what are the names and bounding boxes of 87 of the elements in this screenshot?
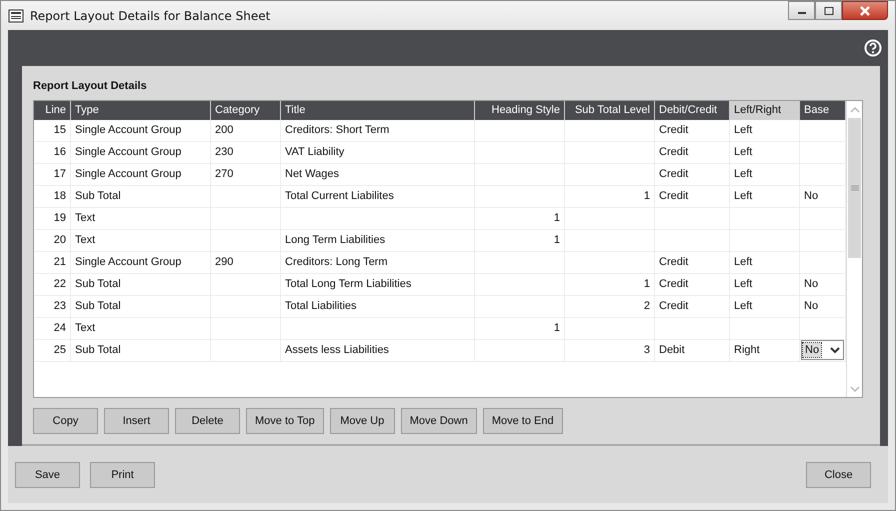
table-cell: Long Term Liabilities <box>281 230 475 251</box>
table-cell: Single Account Group <box>71 120 211 141</box>
table-cell: Credit <box>655 186 730 207</box>
table-cell: Credit <box>655 142 730 163</box>
table-cell: Text <box>71 230 211 251</box>
table-cell: 15 <box>34 120 71 141</box>
table-cell: 1 <box>475 318 565 339</box>
grip-icon <box>850 185 858 191</box>
column-header[interactable]: Heading Style <box>475 101 565 120</box>
table-cell: 22 <box>34 274 71 295</box>
caret-icon <box>830 346 840 354</box>
table-cell: 200 <box>211 120 281 141</box>
table-cell: Creditors: Long Term <box>281 252 475 273</box>
table-cell: 1 <box>565 274 655 295</box>
table-cell: Total Current Liabilites <box>281 186 475 207</box>
row-action-button[interactable]: Move to End <box>482 408 563 434</box>
table-cell: Left <box>730 274 800 295</box>
table-cell: Sub Total <box>71 274 211 295</box>
table-cell: 18 <box>34 186 71 207</box>
table-cell: Sub Total <box>71 186 211 207</box>
section-title: Report Layout Details <box>33 80 148 92</box>
table-cell: Sub Total <box>71 340 211 361</box>
table-cell: 19 <box>34 208 71 229</box>
table-cell: 290 <box>211 252 281 273</box>
table-cell: Creditors: Short Term <box>281 120 475 141</box>
minimize-button[interactable] <box>788 1 815 20</box>
table-cell: 230 <box>211 142 281 163</box>
column-header[interactable]: Line <box>34 101 71 120</box>
table-cell: VAT Liability <box>281 142 475 163</box>
table-cell: Credit <box>655 120 730 141</box>
column-header[interactable]: Type <box>71 101 211 120</box>
table-cell: Left <box>730 186 800 207</box>
footer-button[interactable]: Print <box>90 462 155 488</box>
table-cell: Left <box>730 296 800 317</box>
table-cell: Total Liabilities <box>281 296 475 317</box>
footer-button[interactable]: Save <box>15 462 80 488</box>
table-cell: Left <box>730 142 800 163</box>
column-header[interactable]: Category <box>211 101 281 120</box>
table-cell: 2 <box>565 296 655 317</box>
table-cell: Left <box>730 120 800 141</box>
table-cell: 21 <box>34 252 71 273</box>
window-icon <box>8 8 24 24</box>
maximize-button[interactable] <box>815 1 842 20</box>
table-cell: 1 <box>475 208 565 229</box>
table-cell: Debit <box>655 340 730 361</box>
base-dropdown[interactable]: No <box>801 340 844 360</box>
close-button[interactable]: Close <box>806 462 871 488</box>
column-header[interactable]: Sub Total Level <box>565 101 655 120</box>
table-cell: 20 <box>34 230 71 251</box>
close-icon <box>859 6 871 16</box>
table-cell: Single Account Group <box>71 164 211 185</box>
maximize-icon <box>824 6 834 14</box>
table-cell: 24 <box>34 318 71 339</box>
table-cell: 1 <box>565 186 655 207</box>
row-action-button[interactable]: Move to Top <box>246 408 324 434</box>
row-action-button[interactable]: Move Down <box>400 408 477 434</box>
table-cell: Net Wages <box>281 164 475 185</box>
row-action-button[interactable]: Copy <box>33 408 98 434</box>
table-cell: Left <box>730 164 800 185</box>
help-icon[interactable] <box>864 39 882 57</box>
table-cell: Credit <box>655 296 730 317</box>
table-cell: Total Long Term Liabilities <box>281 274 475 295</box>
table-cell: Single Account Group <box>71 252 211 273</box>
table-cell: Credit <box>655 252 730 273</box>
table-cell: 25 <box>34 340 71 361</box>
table-cell: 1 <box>475 230 565 251</box>
table-cell: 3 <box>565 340 655 361</box>
table-cell: 16 <box>34 142 71 163</box>
row-action-button[interactable]: Move Up <box>330 408 395 434</box>
table-cell: Text <box>71 318 211 339</box>
window-title: Report Layout Details for Balance Sheet <box>30 8 270 22</box>
column-header[interactable]: Left/Right <box>730 101 800 120</box>
row-action-button[interactable]: Delete <box>175 408 240 434</box>
table-cell: Credit <box>655 274 730 295</box>
table-cell: Sub Total <box>71 296 211 317</box>
table-cell: Left <box>730 252 800 273</box>
row-action-button[interactable]: Insert <box>104 408 169 434</box>
close-window-button[interactable] <box>842 1 888 20</box>
table-cell: 23 <box>34 296 71 317</box>
table-cell: Credit <box>655 164 730 185</box>
table-cell: Assets less Liabilities <box>281 340 475 361</box>
table-cell: Single Account Group <box>71 142 211 163</box>
table-cell: Text <box>71 208 211 229</box>
table-cell: Right <box>730 340 800 361</box>
table-cell: 270 <box>211 164 281 185</box>
column-header[interactable]: Title <box>281 101 475 120</box>
table-cell: 17 <box>34 164 71 185</box>
